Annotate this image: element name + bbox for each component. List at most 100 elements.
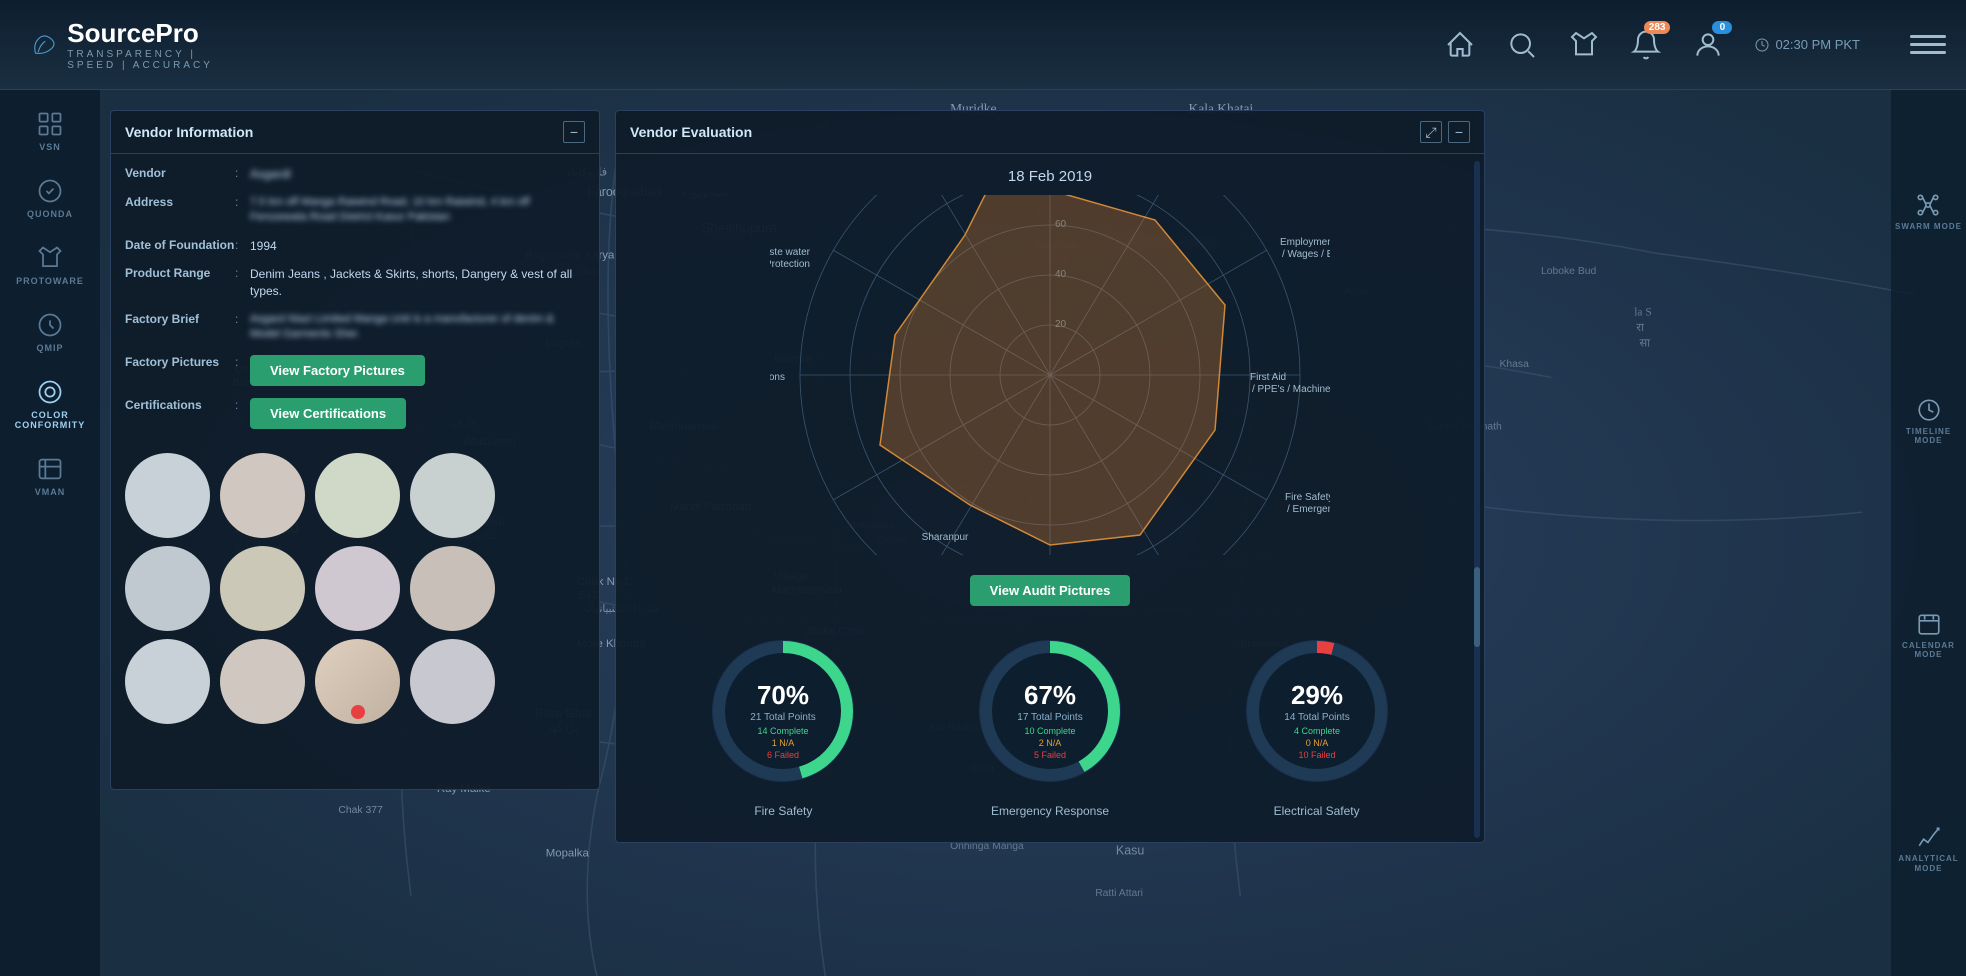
emergency-response-circle: 67% 17 Total Points 10 Complete 2 N/A 5 …	[965, 626, 1135, 796]
photo-thumb-9[interactable]	[125, 639, 210, 724]
photo-row-3	[111, 639, 599, 732]
brief-value: Asgard Niazi Limited Manga Unit is a man…	[250, 312, 585, 343]
photo-thumb-6[interactable]	[220, 546, 305, 631]
logo-icon	[30, 20, 57, 70]
certifications-label: Certifications	[125, 398, 235, 429]
photo-thumb-11[interactable]	[315, 639, 400, 724]
address-label: Address	[125, 195, 235, 226]
foundation-field-row: Date of Foundation : 1994	[125, 238, 585, 255]
sidebar-item-vsn[interactable]: VSN	[8, 100, 93, 162]
svg-text:/ PPE's / Machine Safety: / PPE's / Machine Safety	[1252, 384, 1330, 395]
svg-text:14 Complete: 14 Complete	[758, 726, 809, 736]
svg-text:सा: सा	[1639, 337, 1651, 349]
view-certifications-button[interactable]: View Certifications	[250, 398, 406, 429]
sidebar-label-vman: VMAN	[35, 487, 66, 497]
sidebar-item-analytical-mode[interactable]: ANALYTICAL MODE	[1891, 816, 1966, 881]
svg-text:4 Complete: 4 Complete	[1294, 726, 1340, 736]
svg-text:17 Total Points: 17 Total Points	[1017, 712, 1082, 723]
fire-safety-circle: 70% 21 Total Points 14 Complete 1 N/A 6 …	[698, 626, 868, 796]
notifications-button[interactable]: 283	[1630, 29, 1662, 61]
sidebar-label-vsn: VSN	[39, 142, 61, 152]
right-sidebar: SWARM MODE TIMELINE MODE CALENDAR MODE A…	[1891, 90, 1966, 976]
address-value: 7.5 km off Manga Raiwind Road, 10 km Rai…	[250, 195, 585, 226]
sidebar-label-protoware: PROTOWARE	[16, 276, 84, 286]
sidebar-item-vman[interactable]: VMAN	[8, 445, 93, 507]
photo-thumb-10[interactable]	[220, 639, 305, 724]
svg-text:2 N/A: 2 N/A	[1039, 738, 1062, 748]
photo-row-1	[111, 453, 599, 546]
vendor-value: Asgardl	[250, 166, 585, 183]
svg-text:Kasu: Kasu	[1116, 843, 1144, 857]
fire-safety-label: Fire Safety	[754, 804, 812, 818]
pictures-label: Factory Pictures	[125, 355, 235, 386]
svg-text:Legal Documentations: Legal Documentations	[770, 372, 785, 383]
electrical-safety-label: Electrical Safety	[1274, 804, 1360, 818]
user-badge: 0	[1712, 21, 1732, 34]
photo-thumb-12[interactable]	[410, 639, 495, 724]
photo-thumb-4[interactable]	[410, 453, 495, 538]
calendar-mode-label: CALENDAR MODE	[1895, 641, 1962, 660]
vendor-eval-panel: Vendor Evaluation ⤢ − 18 Feb 2019 20 40 …	[615, 110, 1485, 843]
pictures-field-row: Factory Pictures : View Factory Pictures	[125, 355, 585, 386]
eval-scrollbar-thumb[interactable]	[1474, 567, 1480, 647]
home-button[interactable]	[1444, 29, 1476, 61]
vendor-label: Vendor	[125, 166, 235, 183]
search-button[interactable]	[1506, 29, 1538, 61]
svg-text:la S: la S	[1634, 306, 1651, 318]
photo-thumb-8[interactable]	[410, 546, 495, 631]
svg-text:First Aid: First Aid	[1250, 372, 1286, 383]
product-value: Denim Jeans , Jackets & Skirts, shorts, …	[250, 266, 585, 300]
photo-thumb-2[interactable]	[220, 453, 305, 538]
sidebar-item-calendar-mode[interactable]: CALENDAR MODE	[1891, 603, 1966, 668]
sidebar-item-qmip[interactable]: QMIP	[8, 301, 93, 363]
radar-chart-container: 20 40 60 80 100	[630, 195, 1470, 555]
swarm-mode-label: SWARM MODE	[1895, 222, 1962, 232]
svg-text:/ Wages / Benefits: / Wages / Benefits	[1282, 249, 1330, 260]
vendor-eval-minimize-button[interactable]: −	[1448, 121, 1470, 143]
certifications-field-row: Certifications : View Certifications	[125, 398, 585, 429]
photo-thumb-3[interactable]	[315, 453, 400, 538]
product-label: Product Range	[125, 266, 235, 300]
sidebar-label-color-conformity: COLOR CONFORMITY	[13, 410, 88, 430]
svg-text:Fire Safety: Fire Safety	[1285, 492, 1330, 503]
radar-chart: 20 40 60 80 100	[770, 195, 1330, 555]
sidebar-item-protoware[interactable]: PROTOWARE	[8, 234, 93, 296]
vendor-info-panel: Vendor Information − Vendor : Asgardl Ad…	[110, 110, 600, 790]
brief-label: Factory Brief	[125, 312, 235, 343]
photo-thumb-5[interactable]	[125, 546, 210, 631]
product-field-row: Product Range : Denim Jeans , Jackets & …	[125, 266, 585, 300]
view-factory-pictures-button[interactable]: View Factory Pictures	[250, 355, 425, 386]
fire-safety-gauge: 70% 21 Total Points 14 Complete 1 N/A 6 …	[698, 626, 868, 818]
svg-text:Sharanpur: Sharanpur	[922, 532, 969, 543]
vendor-eval-body: 18 Feb 2019 20 40 60 80 100	[616, 154, 1484, 842]
sidebar-item-timeline-mode[interactable]: TIMELINE MODE	[1891, 389, 1966, 454]
svg-text:10 Failed: 10 Failed	[1298, 750, 1335, 760]
nav-icons: 283 0 02:30 PM PKT	[220, 27, 1966, 63]
sidebar-item-quonda[interactable]: QUONDA	[8, 167, 93, 229]
view-audit-pictures-button[interactable]: View Audit Pictures	[970, 575, 1131, 606]
menu-button[interactable]	[1910, 27, 1946, 63]
svg-text:/ Emergency Response: / Emergency Response	[1287, 504, 1330, 515]
logo-name: SourcePro	[67, 18, 220, 49]
svg-text:21 Total Points: 21 Total Points	[751, 712, 816, 723]
eval-date: 18 Feb 2019	[630, 168, 1470, 185]
svg-text:रा: रा	[1636, 322, 1645, 334]
svg-text:6 Failed: 6 Failed	[767, 750, 799, 760]
electrical-safety-circle: 29% 14 Total Points 4 Complete 0 N/A 10 …	[1232, 626, 1402, 796]
vendor-eval-controls: ⤢ −	[1420, 121, 1470, 143]
notifications-badge: 283	[1644, 21, 1671, 34]
audit-btn-row: View Audit Pictures	[630, 575, 1470, 606]
foundation-label: Date of Foundation	[125, 238, 235, 255]
eval-scrollbar[interactable]	[1474, 161, 1480, 838]
photo-thumb-1[interactable]	[125, 453, 210, 538]
vendor-eval-expand-button[interactable]: ⤢	[1420, 121, 1442, 143]
sidebar-item-color-conformity[interactable]: COLOR CONFORMITY	[8, 368, 93, 440]
user-button[interactable]: 0	[1692, 29, 1724, 61]
vendor-info-minimize-button[interactable]: −	[563, 121, 585, 143]
photo-thumb-7[interactable]	[315, 546, 400, 631]
vendor-eval-header: Vendor Evaluation ⤢ −	[616, 111, 1484, 154]
apparel-button[interactable]	[1568, 29, 1600, 61]
svg-text:29%: 29%	[1291, 680, 1343, 710]
sidebar-item-swarm-mode[interactable]: SWARM MODE	[1891, 184, 1966, 240]
left-sidebar: VSN QUONDA PROTOWARE QMIP COLOR CONFORMI…	[0, 90, 100, 976]
